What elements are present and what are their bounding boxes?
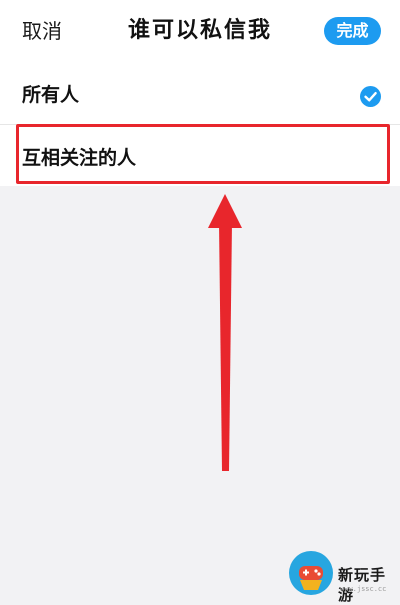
privacy-options-list: 所有人 互相关注的人 [0, 62, 400, 186]
done-button[interactable]: 完成 [324, 17, 381, 45]
watermark-url: www.jssc.cc [340, 585, 387, 593]
option-everyone[interactable]: 所有人 [0, 62, 400, 124]
option-mutual-follows-label: 互相关注的人 [22, 147, 137, 169]
watermark: 新玩手游 www.jssc.cc [288, 550, 400, 604]
gamepad-logo-icon [289, 551, 333, 595]
option-everyone-label: 所有人 [22, 84, 80, 106]
option-mutual-follows[interactable]: 互相关注的人 [0, 124, 400, 186]
nav-header: 取消 谁可以私信我 完成 [0, 0, 400, 62]
checkmark-icon [360, 86, 381, 107]
